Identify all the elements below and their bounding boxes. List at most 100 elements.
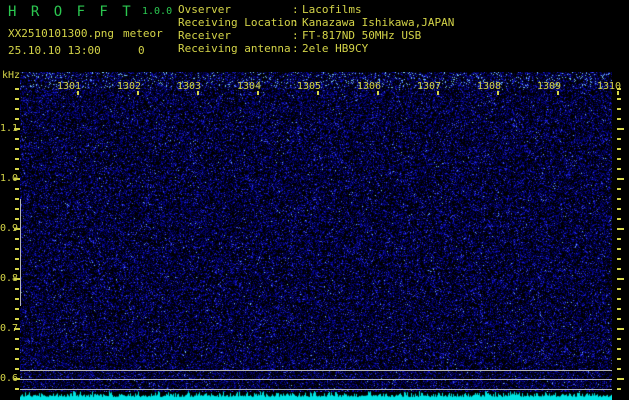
info-value: Kanazawa Ishikawa,JAPAN <box>302 16 454 29</box>
app-title: H R O F F T <box>8 4 134 20</box>
y-minor-tick-right <box>617 368 621 370</box>
y-minor-tick-right <box>617 198 621 200</box>
y-major-tick-left-1.0 <box>14 178 20 180</box>
info-row-receiver: Receiver:FT-817ND 50MHz USB <box>178 29 454 42</box>
y-minor-tick-left <box>15 358 19 360</box>
meteor-counter-value: 0 <box>138 44 145 57</box>
y-minor-tick-left <box>15 298 19 300</box>
info-label: Receiver <box>178 29 292 42</box>
y-major-tick-right-1.1 <box>617 128 624 130</box>
y-minor-tick-right <box>617 348 621 350</box>
info-label: Ovserver <box>178 3 292 16</box>
y-minor-tick-left <box>15 188 19 190</box>
minute-tick-1307 <box>437 91 439 95</box>
y-minor-tick-left <box>15 338 19 340</box>
y-minor-tick-right <box>617 388 621 390</box>
y-minor-tick-left <box>15 198 19 200</box>
observation-datetime: 25.10.10 13:00 <box>8 44 101 57</box>
y-minor-tick-right <box>617 298 621 300</box>
freq-label-0.6: 0.6 <box>0 373 14 384</box>
freq-label-0.7: 0.7 <box>0 323 14 334</box>
y-minor-tick-right <box>617 108 621 110</box>
y-major-tick-left-0.9 <box>14 228 20 230</box>
y-minor-tick-left <box>15 318 19 320</box>
y-minor-tick-right <box>617 98 621 100</box>
y-minor-tick-left <box>15 258 19 260</box>
level-line-middle <box>20 379 612 380</box>
y-minor-tick-right <box>617 238 621 240</box>
y-minor-tick-left <box>15 158 19 160</box>
minute-tick-1310 <box>617 91 619 95</box>
level-line-lower <box>20 389 612 390</box>
info-row-location: Receiving Location:Kanazawa Ishikawa,JAP… <box>178 16 454 29</box>
info-separator: : <box>292 3 302 16</box>
y-minor-tick-left <box>15 108 19 110</box>
meteor-counter-label: meteor <box>123 27 163 40</box>
y-minor-tick-left <box>15 98 19 100</box>
info-value: Lacofilms <box>302 3 362 16</box>
y-axis-unit-label: kHz <box>2 70 20 81</box>
y-minor-tick-right <box>617 268 621 270</box>
y-minor-tick-right <box>617 338 621 340</box>
output-filename: XX2510101300.png <box>8 27 114 40</box>
spectrogram-noise-canvas <box>20 72 612 392</box>
y-minor-tick-left <box>15 118 19 120</box>
y-minor-tick-left <box>15 168 19 170</box>
minute-tick-1302 <box>137 91 139 95</box>
y-major-tick-right-0.9 <box>617 228 624 230</box>
y-minor-tick-right <box>617 258 621 260</box>
y-minor-tick-right <box>617 218 621 220</box>
y-minor-tick-left <box>15 308 19 310</box>
y-minor-tick-left <box>15 388 19 390</box>
y-minor-tick-left <box>15 88 19 90</box>
minute-tick-1305 <box>317 91 319 95</box>
y-minor-tick-right <box>617 308 621 310</box>
y-major-tick-right-0.8 <box>617 278 624 280</box>
detection-band-line <box>20 199 21 306</box>
y-minor-tick-left <box>15 348 19 350</box>
y-minor-tick-right <box>617 208 621 210</box>
y-minor-tick-left <box>15 218 19 220</box>
y-major-tick-right-1.0 <box>617 178 624 180</box>
y-minor-tick-left <box>15 208 19 210</box>
y-major-tick-left-1.1 <box>14 128 20 130</box>
y-major-tick-left-0.8 <box>14 278 20 280</box>
y-minor-tick-right <box>617 358 621 360</box>
y-minor-tick-right <box>617 88 621 90</box>
info-row-observer: Ovserver:Lacofilms <box>178 3 454 16</box>
info-row-antenna: Receiving antenna:2ele HB9CY <box>178 42 454 55</box>
y-major-tick-right-0.6 <box>617 378 624 380</box>
minute-tick-1303 <box>197 91 199 95</box>
y-minor-tick-left <box>15 288 19 290</box>
info-label: Receiving antenna <box>178 42 292 55</box>
y-minor-tick-left <box>15 238 19 240</box>
y-major-tick-left-0.7 <box>14 328 20 330</box>
minute-tick-1301 <box>77 91 79 95</box>
signal-level-trace-canvas <box>20 391 612 400</box>
y-minor-tick-right <box>617 248 621 250</box>
minute-tick-1308 <box>497 91 499 95</box>
y-minor-tick-right <box>617 138 621 140</box>
info-separator: : <box>292 16 302 29</box>
minute-tick-1309 <box>557 91 559 95</box>
hrofft-window: H R O F F T 1.0.0 XX2510101300.png meteo… <box>0 0 629 400</box>
y-minor-tick-right <box>617 148 621 150</box>
y-major-tick-left-0.6 <box>14 378 20 380</box>
y-minor-tick-right <box>617 288 621 290</box>
station-info-block: Ovserver:Lacofilms Receiving Location:Ka… <box>178 3 454 55</box>
freq-label-0.8: 0.8 <box>0 273 14 284</box>
app-version: 1.0.0 <box>142 6 172 17</box>
info-value: FT-817ND 50MHz USB <box>302 29 421 42</box>
info-separator: : <box>292 42 302 55</box>
y-minor-tick-right <box>617 118 621 120</box>
y-major-tick-right-0.7 <box>617 328 624 330</box>
info-value: 2ele HB9CY <box>302 42 368 55</box>
level-line-upper <box>20 370 612 371</box>
y-minor-tick-right <box>617 188 621 190</box>
y-minor-tick-left <box>15 148 19 150</box>
freq-label-1.0: 1.0 <box>0 173 14 184</box>
y-minor-tick-left <box>15 368 19 370</box>
freq-label-0.9: 0.9 <box>0 223 14 234</box>
y-minor-tick-left <box>15 268 19 270</box>
y-minor-tick-left <box>15 138 19 140</box>
